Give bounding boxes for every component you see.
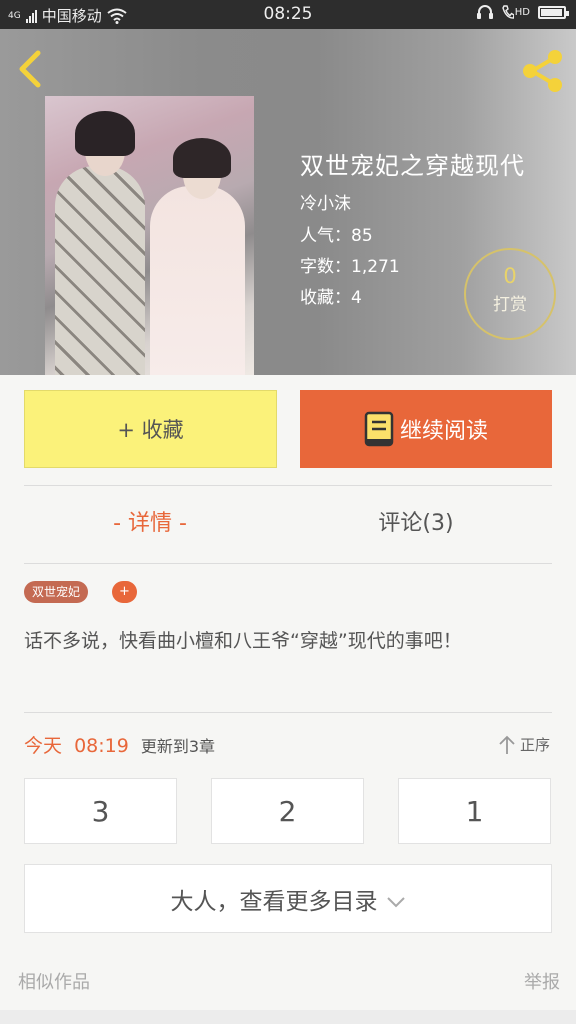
tab-detail[interactable]: - 详情 -: [0, 505, 300, 537]
tab-comments[interactable]: 评论(3): [300, 505, 532, 537]
divider: [24, 485, 552, 486]
book-cover-image: [45, 96, 254, 375]
continue-reading-button[interactable]: 继续阅读: [300, 390, 552, 468]
hd-label: HD: [514, 6, 530, 18]
book-icon: [364, 411, 394, 447]
report-link[interactable]: 举报: [524, 968, 560, 994]
share-icon[interactable]: [520, 49, 566, 93]
arrow-up-icon: [499, 735, 515, 754]
divider: [24, 563, 552, 564]
divider: [24, 712, 552, 713]
chevron-down-icon: [386, 896, 405, 907]
reward-label: 打赏: [493, 295, 527, 315]
sort-order-button[interactable]: 正序: [498, 734, 550, 755]
more-catalog-button[interactable]: 大人，查看更多目录: [24, 864, 552, 933]
similar-works-heading: 相似作品: [18, 972, 90, 993]
update-chapter-info: 更新到3章: [140, 737, 216, 756]
book-header: 双世宠妃之穿越现代 冷小沫 人气：85 字数：1,271 收藏：4 0 打赏: [0, 29, 576, 375]
book-author[interactable]: 冷小沫: [300, 189, 351, 214]
bottom-strip: [0, 1010, 576, 1024]
collect-label: + 收藏: [117, 418, 184, 442]
battery-icon: [538, 5, 569, 19]
book-popularity: 人气：85: [300, 226, 373, 246]
chapter-button[interactable]: 3: [24, 778, 177, 844]
update-day: 今天: [24, 735, 63, 757]
chapter-button[interactable]: 1: [398, 778, 551, 844]
reward-button[interactable]: 0 打赏: [464, 248, 556, 340]
book-favorites: 收藏：4: [300, 288, 362, 308]
call-hd-icon: HD: [502, 5, 530, 19]
status-bar: 4G 中国移动 08:25 HD: [0, 0, 576, 29]
chapter-button[interactable]: 2: [211, 778, 364, 844]
book-title: 双世宠妃之穿越现代: [300, 152, 525, 180]
update-time: 08:19: [74, 735, 129, 757]
headset-icon: [476, 5, 493, 19]
sort-label: 正序: [519, 736, 550, 754]
reward-count: 0: [503, 264, 517, 288]
book-description: 话不多说，快看曲小檀和八王爷“穿越”现代的事吧！: [24, 630, 462, 652]
continue-reading-label: 继续阅读: [399, 419, 488, 444]
collect-button[interactable]: + 收藏: [24, 390, 277, 468]
book-tag[interactable]: 双世宠妃: [24, 581, 89, 603]
book-word-count: 字数：1,271: [300, 257, 400, 277]
update-info: 今天 08:19 更新到3章: [24, 731, 215, 758]
add-tag-button[interactable]: +: [112, 581, 137, 603]
more-catalog-label: 大人，查看更多目录: [170, 888, 378, 915]
back-arrow-icon[interactable]: [14, 49, 50, 89]
